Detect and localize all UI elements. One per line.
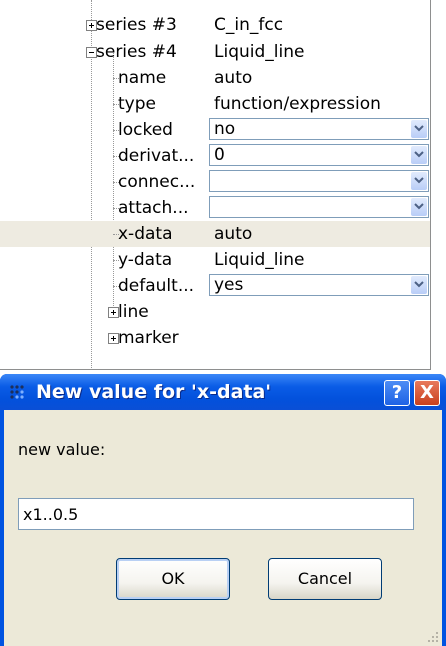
dialog-title: New value for 'x-data' xyxy=(36,381,272,403)
property-tree: series #3 C_in_fcc series #4 Liquid_line… xyxy=(0,0,446,370)
property-row-locked[interactable]: locked no xyxy=(0,117,431,143)
tree-node-line[interactable]: line xyxy=(0,299,431,325)
help-button[interactable]: ? xyxy=(384,380,410,406)
property-label: default... xyxy=(118,276,195,296)
tree-node-marker[interactable]: marker xyxy=(0,325,431,351)
property-row-attach[interactable]: attach... xyxy=(0,195,431,221)
property-row-y-data[interactable]: y-data Liquid_line xyxy=(0,247,431,273)
property-row-derivative[interactable]: derivat... 0 xyxy=(0,143,431,169)
property-label: derivat... xyxy=(118,146,195,166)
new-value-input[interactable] xyxy=(18,498,414,530)
dropdown-value: 0 xyxy=(214,145,225,165)
tree-node-label: line xyxy=(118,302,149,322)
tree-node-label: series #4 xyxy=(96,42,177,62)
cancel-button[interactable]: Cancel xyxy=(268,558,382,600)
property-value: auto xyxy=(214,224,253,244)
dialog-titlebar[interactable]: New value for 'x-data' ? X xyxy=(0,374,446,410)
chevron-down-icon[interactable] xyxy=(411,276,427,294)
property-label: x-data xyxy=(118,224,173,244)
resize-grip-icon[interactable] xyxy=(427,631,439,643)
property-value: Liquid_line xyxy=(214,250,305,270)
property-value: function/expression xyxy=(214,94,381,114)
property-row-x-data[interactable]: x-data auto xyxy=(0,221,431,247)
property-value: auto xyxy=(214,68,253,88)
property-label: y-data xyxy=(118,250,173,270)
property-label: type xyxy=(118,94,156,114)
chevron-down-icon[interactable] xyxy=(411,198,427,216)
property-row-default[interactable]: default... yes xyxy=(0,273,431,299)
new-value-dialog: New value for 'x-data' ? X new value: OK… xyxy=(0,374,446,646)
chevron-down-icon[interactable] xyxy=(411,146,427,164)
ok-button[interactable]: OK xyxy=(116,558,230,600)
property-label: locked xyxy=(118,120,173,140)
tree-node-label: series #3 xyxy=(96,15,177,35)
close-icon: X xyxy=(420,382,434,403)
connect-dropdown[interactable] xyxy=(209,170,429,192)
default-dropdown[interactable]: yes xyxy=(209,274,429,296)
new-value-label: new value: xyxy=(18,440,106,459)
property-row-name[interactable]: name auto xyxy=(0,65,431,91)
app-icon xyxy=(10,385,24,399)
property-label: attach... xyxy=(118,198,189,218)
dialog-body: new value: OK Cancel xyxy=(4,410,442,646)
dropdown-value: no xyxy=(214,119,236,139)
panel-border xyxy=(430,0,431,370)
dropdown-value: yes xyxy=(214,275,244,295)
chevron-down-icon[interactable] xyxy=(411,172,427,190)
derivative-dropdown[interactable]: 0 xyxy=(209,144,429,166)
property-row-connect[interactable]: connec... xyxy=(0,169,431,195)
tree-node-value: C_in_fcc xyxy=(214,15,284,35)
property-label: connec... xyxy=(118,172,196,192)
close-button[interactable]: X xyxy=(414,380,440,406)
help-icon: ? xyxy=(391,382,403,403)
panel-border xyxy=(0,369,431,370)
locked-dropdown[interactable]: no xyxy=(209,118,429,140)
property-row-type[interactable]: type function/expression xyxy=(0,91,431,117)
tree-node-value: Liquid_line xyxy=(214,42,305,62)
tree-node-series-3[interactable]: series #3 C_in_fcc xyxy=(0,12,431,38)
attach-dropdown[interactable] xyxy=(209,196,429,218)
tree-node-label: marker xyxy=(118,328,179,348)
property-label: name xyxy=(118,68,167,88)
tree-node-series-4[interactable]: series #4 Liquid_line xyxy=(0,39,431,65)
chevron-down-icon[interactable] xyxy=(411,120,427,138)
